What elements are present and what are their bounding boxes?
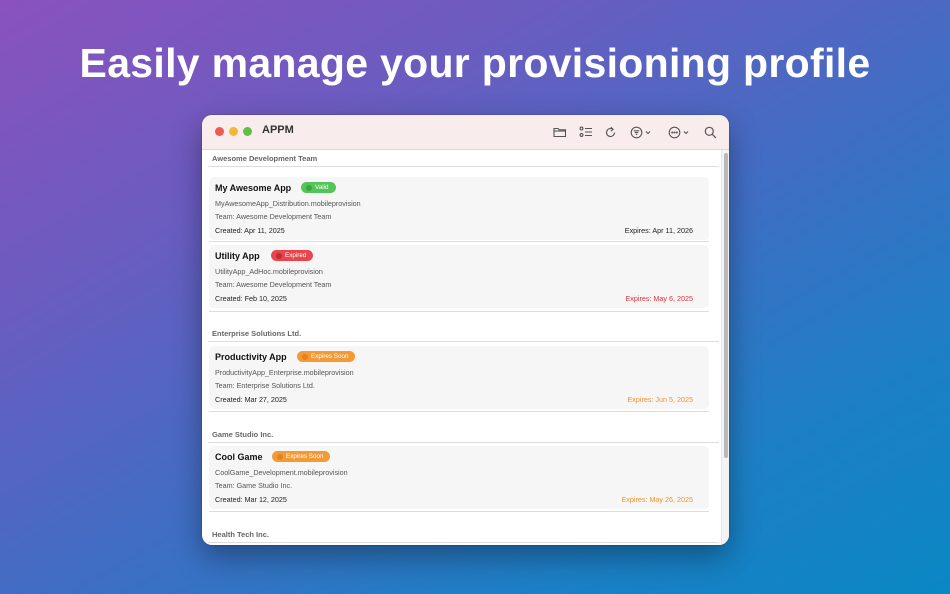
section-header: Awesome Development Team <box>212 154 318 163</box>
status-dot <box>277 453 283 460</box>
status-badge: Expires Soon <box>272 451 331 462</box>
status-badge: Expired <box>271 250 314 261</box>
profile-expires: Expires: May 6, 2025 <box>625 294 693 303</box>
status-label: Expires Soon <box>311 353 349 360</box>
profile-team: Team: Enterprise Solutions Ltd. <box>215 381 315 390</box>
profile-expires: Expires: May 26, 2025 <box>621 495 693 504</box>
row-divider <box>209 241 709 242</box>
profile-card[interactable]: My Awesome App Valid MyAwesomeApp_Distri… <box>209 177 709 240</box>
app-window: APPM Awesome Development Team My Awesome… <box>202 115 729 545</box>
status-dot <box>306 184 312 191</box>
profile-list[interactable]: Awesome Development Team My Awesome App … <box>202 150 720 545</box>
headline: Easily manage your provisioning profile <box>79 40 871 86</box>
status-badge: Valid <box>301 182 336 193</box>
status-label: Valid <box>315 184 329 191</box>
profile-card[interactable]: Utility App Expired UtilityApp_AdHoc.mob… <box>209 245 709 308</box>
status-label: Expires Soon <box>286 453 324 460</box>
profile-name: Cool Game <box>215 452 263 462</box>
profile-name: My Awesome App <box>215 183 292 193</box>
folder-icon[interactable] <box>553 123 567 141</box>
profile-expires: Expires: Apr 11, 2026 <box>624 226 693 235</box>
profile-created: Created: Mar 27, 2025 <box>215 395 287 404</box>
section-divider <box>208 442 719 443</box>
row-divider <box>209 411 709 412</box>
profile-name: Utility App <box>215 251 260 261</box>
minimize-window-button[interactable] <box>229 127 238 136</box>
more-icon[interactable] <box>668 123 690 141</box>
profile-card[interactable]: Cool Game Expires Soon CoolGame_Developm… <box>209 446 709 509</box>
profile-created: Created: Feb 10, 2025 <box>215 294 287 303</box>
status-label: Expired <box>285 252 307 259</box>
section-divider <box>208 542 719 543</box>
section-divider <box>208 341 719 342</box>
section-header: Game Studio Inc. <box>212 430 274 439</box>
status-dot <box>302 353 308 360</box>
section-divider <box>208 166 719 167</box>
profile-expires: Expires: Jun 5, 2025 <box>627 395 693 404</box>
profile-name: Productivity App <box>215 352 287 362</box>
row-divider <box>209 311 709 312</box>
profile-team: Team: Awesome Development Team <box>215 212 332 221</box>
title-bar: APPM <box>202 115 729 150</box>
filter-icon[interactable] <box>630 123 652 141</box>
section-header: Enterprise Solutions Ltd. <box>212 329 302 338</box>
window-title: APPM <box>262 124 294 136</box>
status-dot <box>276 252 282 259</box>
row-divider <box>209 511 709 512</box>
vertical-scrollbar[interactable] <box>721 150 729 545</box>
profile-created: Created: Apr 11, 2025 <box>215 226 285 235</box>
section-header: Health Tech Inc. <box>212 530 269 539</box>
refresh-icon[interactable] <box>604 123 617 141</box>
profile-created: Created: Mar 12, 2025 <box>215 495 287 504</box>
close-window-button[interactable] <box>215 127 224 136</box>
search-icon[interactable] <box>704 123 717 141</box>
checklist-icon[interactable] <box>579 123 593 141</box>
profile-file: CoolGame_Development.mobileprovision <box>215 468 348 477</box>
zoom-window-button[interactable] <box>243 127 252 136</box>
profile-file: MyAwesomeApp_Distribution.mobileprovisio… <box>215 199 361 208</box>
profile-file: ProductivityApp_Enterprise.mobileprovisi… <box>215 368 354 377</box>
profile-team: Team: Awesome Development Team <box>215 280 332 289</box>
status-badge: Expires Soon <box>297 351 356 362</box>
scrollbar-thumb[interactable] <box>724 153 728 458</box>
profile-file: UtilityApp_AdHoc.mobileprovision <box>215 267 323 276</box>
profile-card[interactable]: Productivity App Expires Soon Productivi… <box>209 346 709 409</box>
profile-team: Team: Game Studio Inc. <box>215 481 293 490</box>
